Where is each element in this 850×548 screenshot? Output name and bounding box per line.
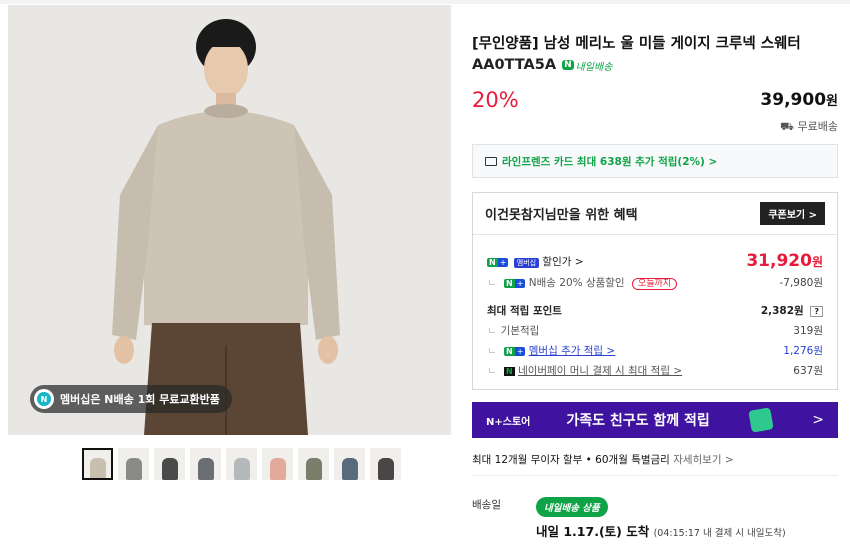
discount-rate: 20% — [472, 88, 519, 112]
naverpay-icon: N — [504, 367, 515, 376]
product-main-image[interactable]: N 멤버십은 N배송 1회 무료교환반품 — [8, 5, 451, 435]
truck-icon: ⛟ — [780, 120, 795, 133]
base-points-row: ㄴ 기본적립 319원 — [487, 325, 823, 337]
product-thumbnail[interactable] — [262, 448, 293, 480]
product-thumbnail[interactable] — [370, 448, 401, 480]
card-icon — [485, 156, 497, 166]
today-only-tag: 오늘까지 — [631, 278, 678, 290]
points-value: 2,382원 — [760, 305, 804, 317]
sale-price-row[interactable]: N + 멤버십 할인가 > 31,920원 — [487, 251, 823, 271]
shipping-info: ⛟ 무료배송 — [780, 120, 838, 133]
product-thumbnail[interactable] — [334, 448, 365, 480]
points-label: 최대 적립 포인트 — [487, 305, 562, 317]
banner-text: 가족도 친구도 함께 적립 — [566, 413, 710, 429]
divider — [472, 475, 838, 476]
member-points-link[interactable]: 멤버십 추가 적립 > — [529, 345, 615, 357]
points-row: 최대 적립 포인트 2,382원 ? — [487, 303, 823, 318]
product-code: AA0TTA5A — [472, 57, 557, 73]
product-thumbnail[interactable] — [154, 448, 185, 480]
member-points-row[interactable]: ㄴ N + 멤버십 추가 적립 > 1,276원 — [487, 343, 823, 358]
sweater-thumbnail-image — [233, 458, 250, 480]
sale-price: 31,920원 — [746, 251, 823, 271]
sweater-thumbnail-image — [341, 458, 358, 480]
sweater-thumbnail-image — [305, 458, 322, 480]
coupon-button[interactable]: 쿠폰보기 > — [760, 202, 825, 225]
naverpay-points-row[interactable]: ㄴ N 네이버페이 머니 결제 시 최대 적립 > 637원 — [487, 363, 823, 378]
membership-badge: 멤버십 — [513, 257, 540, 268]
sale-label: 할인가 > — [542, 255, 584, 268]
thumbnail-strip — [82, 448, 401, 480]
sweater-thumbnail-image — [197, 458, 214, 480]
n-discount-row: ㄴ N + N배송 20% 상품할인 오늘까지 -7,980원 — [487, 277, 823, 290]
product-price: 39,900원 — [760, 90, 838, 110]
n-discount-value: -7,980원 — [779, 277, 823, 289]
product-thumbnail[interactable] — [118, 448, 149, 480]
product-thumbnail[interactable] — [226, 448, 257, 480]
naverpay-link[interactable]: 네이버페이 머니 결제 시 최대 적립 > — [518, 365, 682, 377]
membership-promo-badge: N 멤버십은 N배송 1회 무료교환반품 — [30, 385, 232, 413]
card-promo-link[interactable]: 라인프렌즈 카드 최대 638원 추가 적립(2%) > — [472, 144, 838, 178]
delivery-date: 내일 1.17.(토) 도착 (04:15:17 내 결제 시 내일도착) — [536, 524, 786, 539]
product-thumbnail[interactable] — [82, 448, 113, 480]
product-thumbnail[interactable] — [190, 448, 221, 480]
benefit-title: 이건못참지님만을 위한 혜택 — [485, 208, 638, 223]
benefit-panel: 이건못참지님만을 위한 혜택 쿠폰보기 > N + 멤버십 할인가 > 31,92… — [472, 192, 838, 390]
product-code-row: AA0TTA5A N 내일배송 — [472, 57, 612, 73]
n-delivery-icon: N — [34, 389, 54, 409]
tomorrow-delivery-badge: N 내일배송 — [562, 60, 613, 73]
n-plus-icon: N + — [504, 279, 526, 288]
help-icon[interactable]: ? — [810, 306, 823, 317]
n-delivery-icon: N — [562, 60, 574, 70]
chevron-right-icon: > — [812, 412, 824, 428]
sweater-thumbnail-image — [269, 458, 286, 480]
delivery-label: 배송일 — [472, 499, 501, 511]
n-plus-icon: N + — [504, 347, 526, 356]
benefit-header: 이건못참지님만을 위한 혜택 쿠폰보기 > — [473, 193, 837, 235]
sweater-thumbnail-image — [89, 458, 106, 480]
sweater-thumbnail-image — [161, 458, 178, 480]
product-title: [무인양품] 남성 메리노 울 미들 게이지 크루넥 스웨터 — [472, 36, 801, 52]
installment-info: 최대 12개월 무이자 할부 • 60개월 특별금리 자세히보기 > — [472, 454, 734, 466]
n-plus-icon: N + — [487, 257, 509, 267]
tomorrow-delivery-tag: 내일배송 상품 — [536, 497, 608, 517]
nplus-store-banner[interactable]: N+스토어 가족도 친구도 함께 적립 > — [472, 402, 838, 438]
installment-detail-link[interactable]: 자세히보기 > — [673, 454, 733, 466]
top-divider — [0, 0, 850, 4]
sweater-thumbnail-image — [377, 458, 394, 480]
nplus-store-tag: N+스토어 — [486, 416, 531, 428]
product-thumbnail[interactable] — [298, 448, 329, 480]
sweater-thumbnail-image — [125, 458, 142, 480]
gift-icon — [748, 407, 774, 433]
promo-text: 멤버십은 N배송 1회 무료교환반품 — [60, 393, 220, 406]
